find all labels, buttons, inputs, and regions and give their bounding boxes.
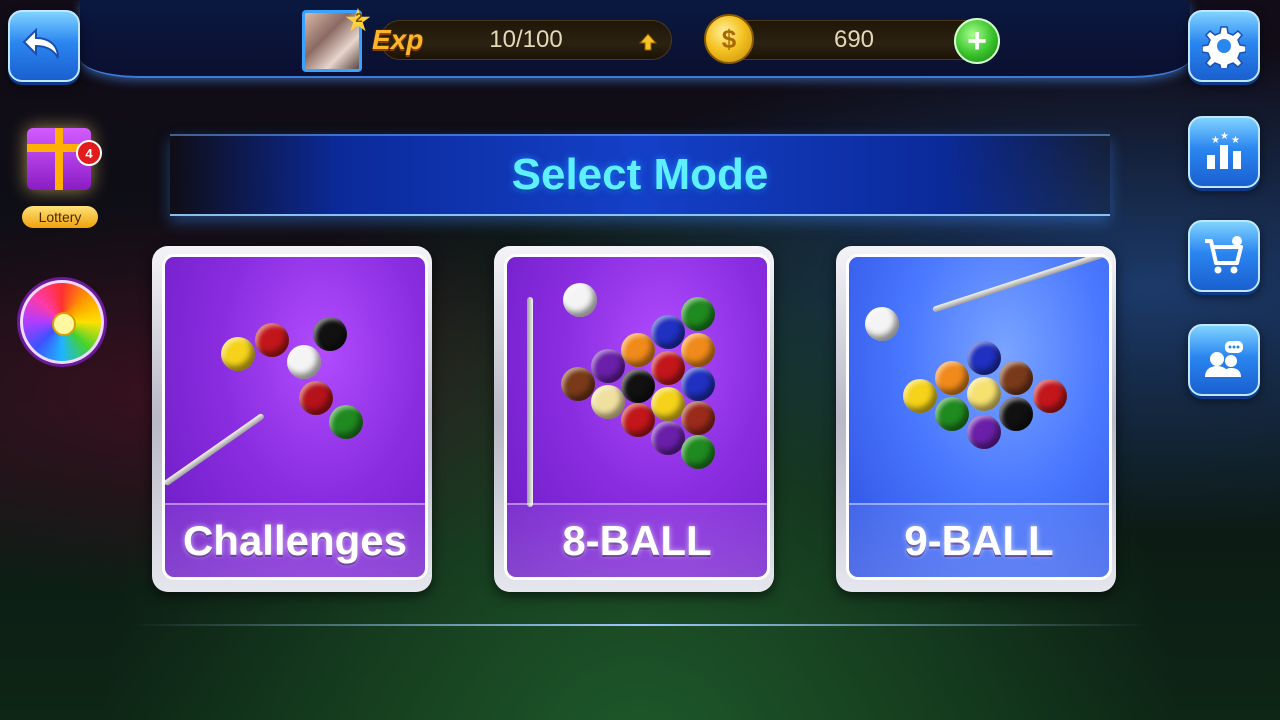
friends-chat-icon: [1205, 341, 1243, 377]
ball: [935, 397, 969, 431]
player-level: 2: [355, 10, 363, 25]
ball: [999, 397, 1033, 431]
page-title: Select Mode: [511, 150, 769, 199]
ball: [967, 415, 1001, 449]
ball: [999, 361, 1033, 395]
ball: [651, 351, 685, 385]
lottery-badge: 4: [76, 140, 102, 166]
lucky-wheel-icon[interactable]: [20, 280, 104, 364]
mode-label: Challenges: [182, 517, 408, 564]
svg-text:★: ★: [1211, 135, 1220, 146]
ball: [221, 337, 255, 371]
ball: [967, 341, 1001, 375]
back-button[interactable]: [8, 10, 80, 82]
ball: [935, 361, 969, 395]
card-art: 8-BALL: [504, 254, 770, 580]
coin-icon: $: [704, 14, 754, 64]
ball: [621, 403, 655, 437]
back-arrow-icon: [22, 27, 59, 59]
shop-button[interactable]: [1188, 220, 1260, 292]
exp-value: 10/100: [489, 26, 563, 53]
mode-card-challenges[interactable]: Challenges: [152, 246, 432, 592]
lottery-label: Lottery: [22, 206, 98, 228]
ball: [255, 323, 289, 357]
coin-value: 690: [833, 26, 875, 53]
card-label-band: Challenges: [165, 503, 425, 577]
ball: [561, 367, 595, 401]
settings-button[interactable]: [1188, 10, 1260, 82]
ball: [651, 387, 685, 421]
exp-label: Exp: [372, 24, 424, 55]
ball: [591, 385, 625, 419]
ball: [651, 315, 685, 349]
cue-ball: [563, 283, 597, 317]
ball: [621, 369, 655, 403]
ball: [299, 381, 333, 415]
mode-label: 9-BALL: [904, 517, 1054, 564]
ball: [681, 333, 715, 367]
cue-ball: [865, 307, 899, 341]
cue-stick: [527, 297, 533, 507]
ball: [681, 297, 715, 331]
card-art: 9-BALL: [846, 254, 1112, 580]
friends-button[interactable]: [1188, 324, 1260, 396]
ball: [903, 379, 937, 413]
card-label-band: 8-BALL: [507, 503, 767, 577]
cue-ball: [287, 345, 321, 379]
ball: [967, 377, 1001, 411]
ball: [651, 421, 685, 455]
leaderboard-icon: ★ ★ ★: [1207, 131, 1241, 169]
ball: [681, 401, 715, 435]
coin-bar: 690: [718, 20, 990, 60]
ball: [329, 405, 363, 439]
cue-stick: [165, 412, 266, 487]
ball: [591, 349, 625, 383]
plus-icon: +: [967, 22, 987, 60]
mode-label: 8-BALL: [562, 517, 712, 564]
ball: [621, 333, 655, 367]
ball: [313, 317, 347, 351]
ball: [681, 367, 715, 401]
gear-icon: [1202, 26, 1246, 68]
card-art: Challenges: [162, 254, 428, 580]
add-coins-button[interactable]: +: [954, 18, 1000, 64]
divider: [130, 624, 1150, 626]
title-banner: Select Mode: [170, 134, 1110, 216]
exp-bar: 10/100: [380, 20, 672, 60]
cue-stick: [932, 257, 1106, 313]
svg-text:★: ★: [1231, 135, 1240, 146]
cart-icon: [1205, 236, 1243, 274]
mode-card-9-ball[interactable]: 9-BALL: [836, 246, 1116, 592]
mode-card-8-ball[interactable]: 8-BALL: [494, 246, 774, 592]
ball: [681, 435, 715, 469]
svg-text:★: ★: [1220, 131, 1229, 142]
ball: [1033, 379, 1067, 413]
card-label-band: 9-BALL: [849, 503, 1109, 577]
leaderboard-button[interactable]: ★ ★ ★: [1188, 116, 1260, 188]
up-arrow-icon[interactable]: [638, 32, 658, 57]
